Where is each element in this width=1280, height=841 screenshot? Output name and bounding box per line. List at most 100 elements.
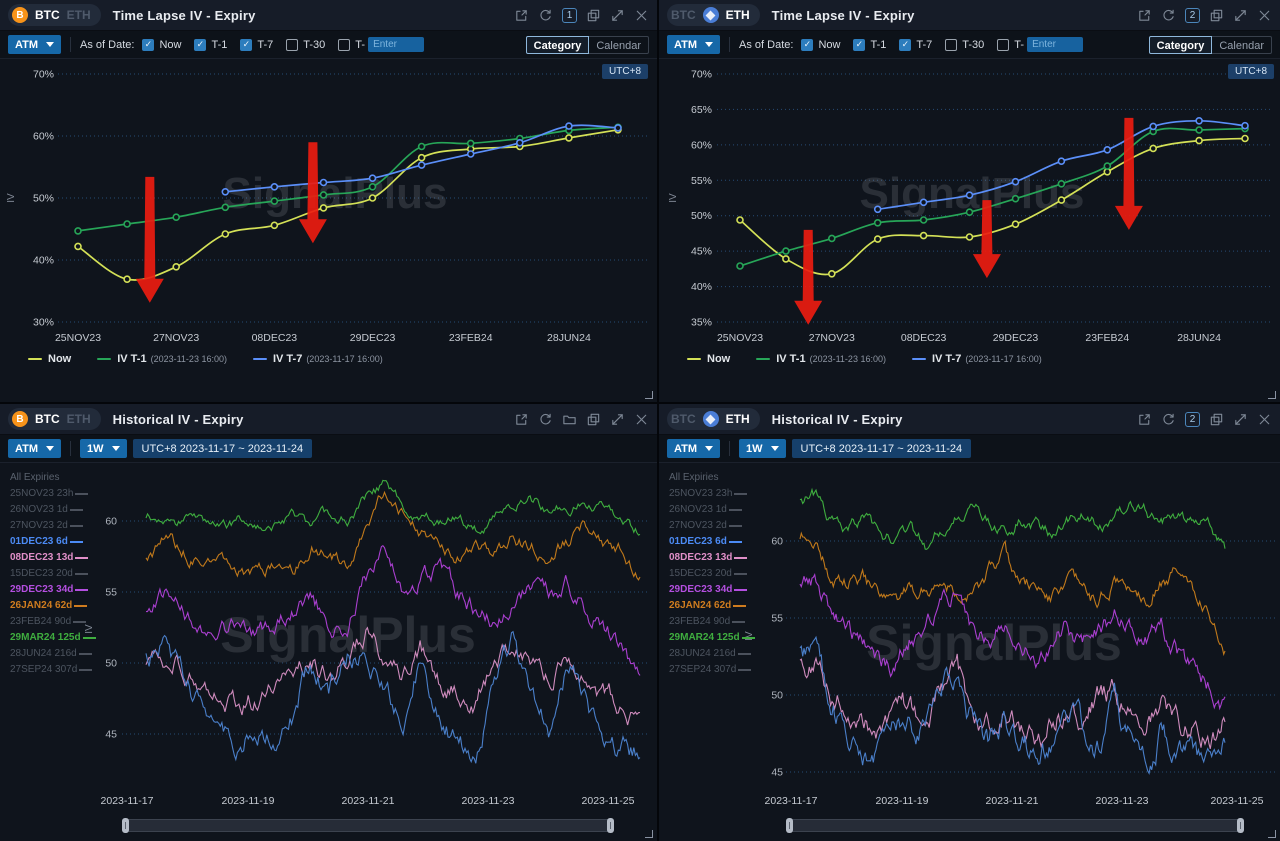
expiry-item[interactable]: 08DEC23 13d [659,550,735,566]
expiry-item[interactable]: 29MAR24 125d [659,630,735,646]
legend-item[interactable]: Now [28,353,71,365]
atm-select[interactable]: ATM [667,35,720,54]
expiry-item[interactable]: 26NOV23 1d [659,502,735,518]
expand-icon[interactable] [610,412,625,427]
t-custom-input[interactable] [1027,37,1083,52]
checkbox-t-30[interactable]: T-30 [286,39,325,51]
expiry-item[interactable]: 27NOV23 2d [659,518,735,534]
expiry-item[interactable]: 08DEC23 13d [0,550,76,566]
refresh-icon[interactable] [1161,8,1176,23]
coin-toggle[interactable]: B BTC ETH [8,4,101,26]
checkbox-t-7[interactable]: ✓T-7 [899,39,932,51]
close-icon[interactable] [634,412,649,427]
resize-corner[interactable] [645,830,653,838]
refresh-icon[interactable] [538,412,553,427]
legend-item[interactable]: IV T-1(2023-11-23 16:00) [97,353,227,365]
expiry-item[interactable]: 29DEC23 34d [659,582,735,598]
expiry-item[interactable]: 29DEC23 34d [0,582,76,598]
expiry-item[interactable]: 01DEC23 6d [0,534,76,550]
atm-select[interactable]: ATM [8,439,61,458]
slider-handle-left[interactable] [786,818,793,833]
close-icon[interactable] [1257,8,1272,23]
close-icon[interactable] [634,8,649,23]
popout-icon[interactable] [514,8,529,23]
window-count-badge[interactable]: 1 [562,8,577,23]
slider-handle-right[interactable] [1237,818,1244,833]
tab-category[interactable]: Category [526,36,590,54]
duplicate-icon[interactable] [586,412,601,427]
tab-category[interactable]: Category [1149,36,1213,54]
atm-select[interactable]: ATM [8,35,61,54]
coin-eth[interactable]: ETH [726,412,750,426]
expiry-item[interactable]: 23FEB24 90d [0,614,76,630]
duplicate-icon[interactable] [586,8,601,23]
refresh-icon[interactable] [538,8,553,23]
refresh-icon[interactable] [1161,412,1176,427]
coin-toggle[interactable]: B BTC ETH [8,408,101,430]
expiry-item[interactable]: 26JAN24 62d [659,598,735,614]
expiry-item[interactable]: 25NOV23 23h [0,486,76,502]
expiry-item[interactable]: 27SEP24 307d [0,662,76,678]
tab-calendar[interactable]: Calendar [589,36,649,54]
window-count-badge[interactable]: 2 [1185,8,1200,23]
expiry-item[interactable]: 25NOV23 23h [659,486,735,502]
slider-handle-left[interactable] [122,818,129,833]
expiry-item[interactable]: 23FEB24 90d [659,614,735,630]
popout-icon[interactable] [1137,412,1152,427]
coin-eth[interactable]: ETH [726,8,750,22]
checkbox-t-30[interactable]: T-30 [945,39,984,51]
period-select[interactable]: 1W [80,439,127,458]
checkbox-now[interactable]: ✓Now [142,39,181,51]
checkbox-t-7[interactable]: ✓T-7 [240,39,273,51]
window-count-badge[interactable]: 2 [1185,412,1200,427]
period-select[interactable]: 1W [739,439,786,458]
resize-corner[interactable] [645,391,653,399]
checkbox-t[interactable]: T- [997,39,1024,51]
checkbox-now[interactable]: ✓Now [801,39,840,51]
coin-btc[interactable]: BTC [671,8,696,22]
checkbox-t-1[interactable]: ✓T-1 [853,39,886,51]
expand-icon[interactable] [1233,8,1248,23]
resize-corner[interactable] [1268,830,1276,838]
coin-btc[interactable]: BTC [35,412,60,426]
coin-toggle[interactable]: BTC ETH [667,408,760,430]
expiry-item[interactable]: 15DEC23 20d [659,566,735,582]
legend-item[interactable]: IV T-7(2023-11-17 16:00) [253,353,383,365]
coin-btc[interactable]: BTC [35,8,60,22]
legend-item[interactable]: Now [687,353,730,365]
date-range-badge[interactable]: UTC+8 2023-11-17 ~ 2023-11-24 [133,439,313,458]
close-icon[interactable] [1257,412,1272,427]
coin-eth[interactable]: ETH [67,8,91,22]
duplicate-icon[interactable] [1209,412,1224,427]
slider-handle-right[interactable] [607,818,614,833]
expand-icon[interactable] [610,8,625,23]
resize-corner[interactable] [1268,391,1276,399]
popout-icon[interactable] [514,412,529,427]
checkbox-t[interactable]: T- [338,39,365,51]
coin-btc[interactable]: BTC [671,412,696,426]
expiry-item[interactable]: 26NOV23 1d [0,502,76,518]
atm-select[interactable]: ATM [667,439,720,458]
time-range-slider[interactable] [122,819,614,832]
legend-item[interactable]: IV T-1(2023-11-23 16:00) [756,353,886,365]
expand-icon[interactable] [1233,412,1248,427]
t-custom-input[interactable] [368,37,424,52]
coin-eth[interactable]: ETH [67,412,91,426]
time-range-slider[interactable] [786,819,1244,832]
expiry-item[interactable]: 29MAR24 125d [0,630,76,646]
legend-item[interactable]: IV T-7(2023-11-17 16:00) [912,353,1042,365]
duplicate-icon[interactable] [1209,8,1224,23]
expiry-item[interactable]: 27NOV23 2d [0,518,76,534]
expiry-item[interactable]: 28JUN24 216d [659,646,735,662]
tab-calendar[interactable]: Calendar [1212,36,1272,54]
expiry-item[interactable]: 27SEP24 307d [659,662,735,678]
checkbox-t-1[interactable]: ✓T-1 [194,39,227,51]
coin-toggle[interactable]: BTC ETH [667,4,760,26]
date-range-badge[interactable]: UTC+8 2023-11-17 ~ 2023-11-24 [792,439,972,458]
expiry-item[interactable]: 26JAN24 62d [0,598,76,614]
expiry-item[interactable]: 28JUN24 216d [0,646,76,662]
popout-icon[interactable] [1137,8,1152,23]
expiry-item[interactable]: 15DEC23 20d [0,566,76,582]
expiry-item[interactable]: 01DEC23 6d [659,534,735,550]
folder-icon[interactable] [562,412,577,427]
